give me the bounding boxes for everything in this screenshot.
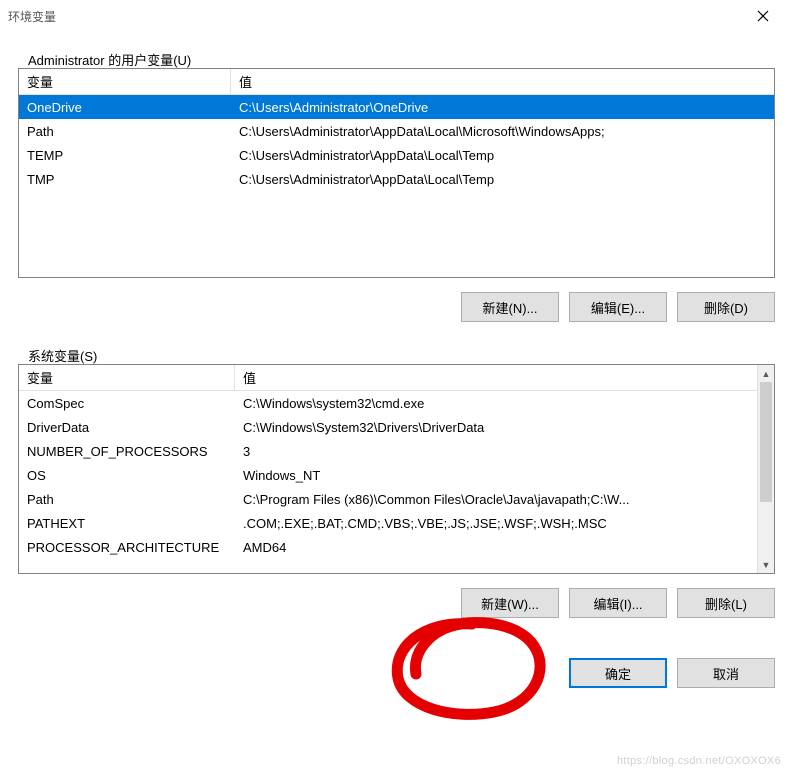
system-scrollbar[interactable]: ▲ ▼ (757, 365, 774, 573)
table-row[interactable]: OneDriveC:\Users\Administrator\OneDrive (19, 95, 774, 119)
user-variables-group: Administrator 的用户变量(U) 变量 值 OneDriveC:\U… (18, 68, 775, 322)
user-edit-button[interactable]: 编辑(E)... (569, 292, 667, 322)
table-row[interactable]: PROCESSOR_ARCHITECTUREAMD64 (19, 535, 774, 559)
table-row[interactable]: ComSpecC:\Windows\system32\cmd.exe (19, 391, 774, 415)
system-variables-listbox[interactable]: 变量 值 ComSpecC:\Windows\system32\cmd.exeD… (18, 364, 775, 574)
row-value: C:\Users\Administrator\AppData\Local\Tem… (231, 148, 774, 163)
user-variables-listbox[interactable]: 变量 值 OneDriveC:\Users\Administrator\OneD… (18, 68, 775, 278)
system-rows: ComSpecC:\Windows\system32\cmd.exeDriver… (19, 391, 774, 559)
row-variable: TEMP (19, 148, 231, 163)
scroll-thumb[interactable] (760, 382, 772, 502)
system-buttons-row: 新建(W)... 编辑(I)... 删除(L) (18, 588, 775, 618)
system-delete-button[interactable]: 删除(L) (677, 588, 775, 618)
table-row[interactable]: DriverDataC:\Windows\System32\Drivers\Dr… (19, 415, 774, 439)
row-variable: Path (19, 124, 231, 139)
row-value: C:\Windows\system32\cmd.exe (235, 396, 774, 411)
row-variable: TMP (19, 172, 231, 187)
table-row[interactable]: TEMPC:\Users\Administrator\AppData\Local… (19, 143, 774, 167)
close-button[interactable] (740, 2, 785, 30)
table-row[interactable]: PathC:\Users\Administrator\AppData\Local… (19, 119, 774, 143)
system-header-value[interactable]: 值 (235, 365, 774, 390)
titlebar: 环境变量 (0, 0, 793, 32)
row-variable: OneDrive (19, 100, 231, 115)
row-variable: PROCESSOR_ARCHITECTURE (19, 540, 235, 555)
row-variable: DriverData (19, 420, 235, 435)
system-list-header: 变量 值 (19, 365, 774, 391)
row-variable: OS (19, 468, 235, 483)
user-new-button[interactable]: 新建(N)... (461, 292, 559, 322)
row-value: C:\Users\Administrator\OneDrive (231, 100, 774, 115)
dialog-footer: 确定 取消 (0, 658, 793, 688)
row-value: .COM;.EXE;.BAT;.CMD;.VBS;.VBE;.JS;.JSE;.… (235, 516, 774, 531)
user-variables-label: Administrator 的用户变量(U) (26, 50, 193, 69)
row-value: AMD64 (235, 540, 774, 555)
row-variable: PATHEXT (19, 516, 235, 531)
table-row[interactable]: TMPC:\Users\Administrator\AppData\Local\… (19, 167, 774, 191)
user-header-variable[interactable]: 变量 (19, 69, 231, 94)
table-row[interactable]: OSWindows_NT (19, 463, 774, 487)
table-row[interactable]: NUMBER_OF_PROCESSORS3 (19, 439, 774, 463)
ok-button[interactable]: 确定 (569, 658, 667, 688)
user-header-value[interactable]: 值 (231, 69, 774, 94)
system-variables-group: 系统变量(S) 变量 值 ComSpecC:\Windows\system32\… (18, 364, 775, 618)
table-row[interactable]: PATHEXT.COM;.EXE;.BAT;.CMD;.VBS;.VBE;.JS… (19, 511, 774, 535)
row-value: 3 (235, 444, 774, 459)
window-title: 环境变量 (8, 8, 740, 25)
close-icon (757, 10, 769, 22)
cancel-button[interactable]: 取消 (677, 658, 775, 688)
row-variable: ComSpec (19, 396, 235, 411)
system-header-variable[interactable]: 变量 (19, 365, 235, 390)
row-value: C:\Windows\System32\Drivers\DriverData (235, 420, 774, 435)
watermark: https://blog.csdn.net/OXOXOX6 (617, 755, 781, 767)
user-buttons-row: 新建(N)... 编辑(E)... 删除(D) (18, 292, 775, 322)
scroll-down-icon[interactable]: ▼ (758, 556, 774, 573)
row-variable: NUMBER_OF_PROCESSORS (19, 444, 235, 459)
user-list-header: 变量 值 (19, 69, 774, 95)
row-value: C:\Users\Administrator\AppData\Local\Tem… (231, 172, 774, 187)
table-row[interactable]: PathC:\Program Files (x86)\Common Files\… (19, 487, 774, 511)
system-variables-label: 系统变量(S) (26, 346, 99, 365)
system-new-button[interactable]: 新建(W)... (461, 588, 559, 618)
system-edit-button[interactable]: 编辑(I)... (569, 588, 667, 618)
scroll-up-icon[interactable]: ▲ (758, 365, 774, 382)
row-value: Windows_NT (235, 468, 774, 483)
row-value: C:\Program Files (x86)\Common Files\Orac… (235, 492, 774, 507)
row-value: C:\Users\Administrator\AppData\Local\Mic… (231, 124, 774, 139)
user-delete-button[interactable]: 删除(D) (677, 292, 775, 322)
row-variable: Path (19, 492, 235, 507)
user-rows: OneDriveC:\Users\Administrator\OneDriveP… (19, 95, 774, 191)
